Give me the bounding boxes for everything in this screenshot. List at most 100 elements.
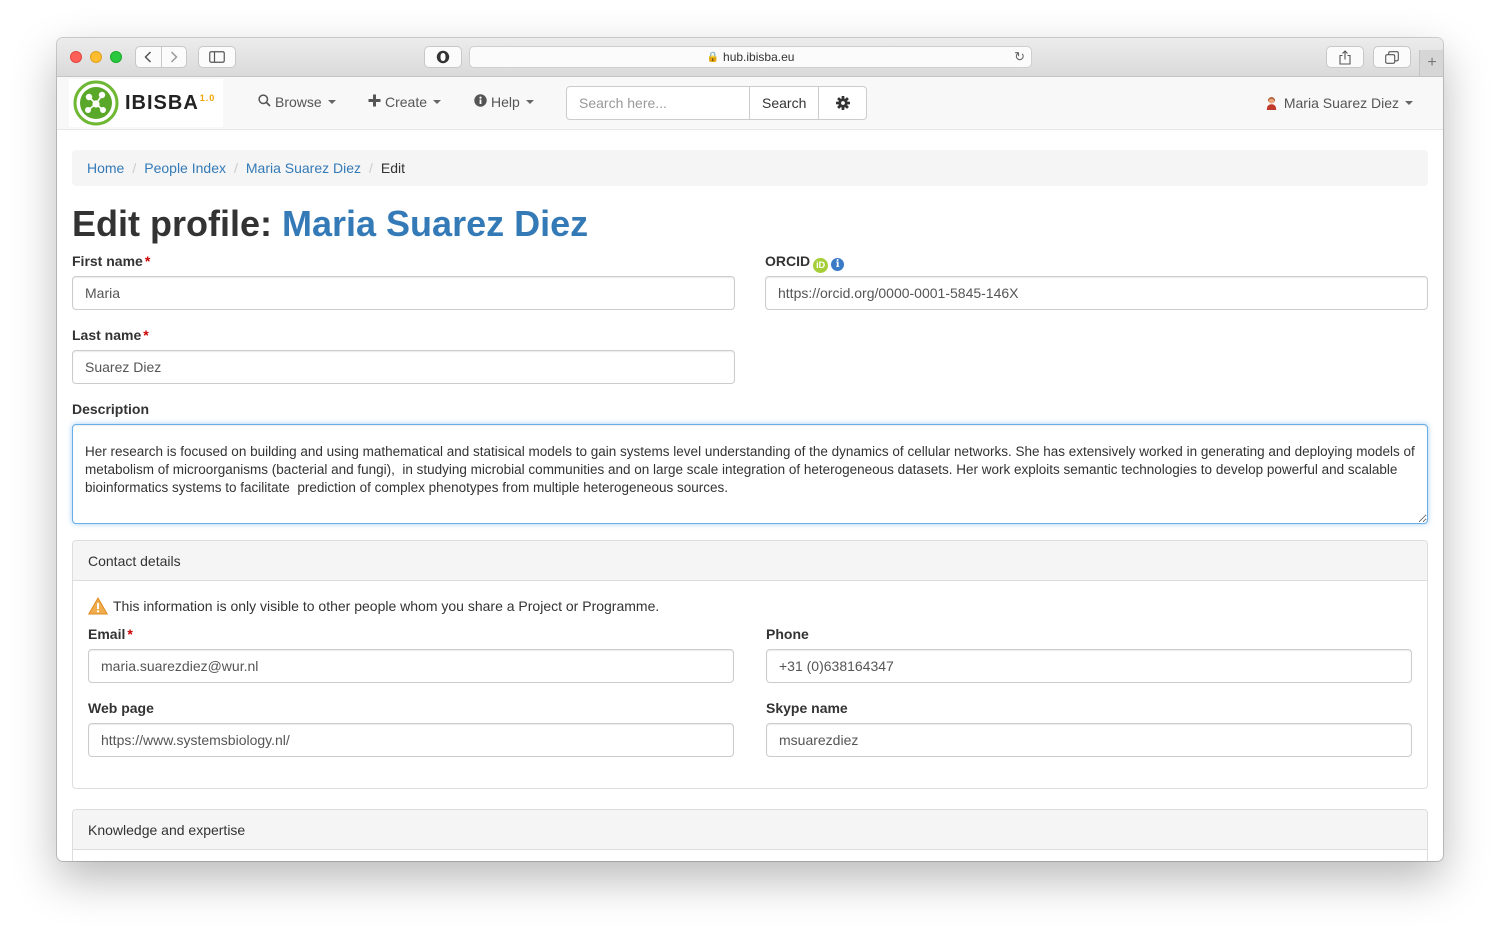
web-skype-row: Web page Skype name <box>88 699 1412 757</box>
phone-column: Phone <box>766 625 1412 683</box>
breadcrumb-separator: / <box>369 160 373 176</box>
site-search-form: Search <box>566 86 868 120</box>
info-circle-icon <box>474 94 487 110</box>
skype-name-input[interactable] <box>766 723 1412 757</box>
web-page-input[interactable] <box>88 723 734 757</box>
site-search-input[interactable] <box>566 86 750 120</box>
nav-help-dropdown[interactable]: Help <box>474 94 534 110</box>
skype-column: Skype name <box>766 699 1412 757</box>
browser-toolbar: 🔒 hub.ibisba.eu ↻ + <box>57 38 1443 77</box>
user-menu-dropdown[interactable]: Maria Suarez Diez <box>1266 95 1413 111</box>
minimize-window-button[interactable] <box>90 51 102 63</box>
address-bar[interactable]: 🔒 hub.ibisba.eu ↻ <box>469 46 1032 68</box>
brand-name: IBISBA1.0 <box>125 91 216 114</box>
history-nav-group <box>135 46 187 68</box>
description-textarea[interactable]: Her research is focused on building and … <box>72 424 1428 524</box>
brand-version: 1.0 <box>199 92 216 103</box>
name-column: First name* Last name* <box>72 252 735 384</box>
shield-icon <box>436 50 450 64</box>
user-avatar-icon <box>1266 96 1277 110</box>
breadcrumb-home-link[interactable]: Home <box>87 160 124 176</box>
phone-label: Phone <box>766 626 809 642</box>
privacy-report-button[interactable] <box>424 46 462 68</box>
sidebar-icon <box>209 51 225 63</box>
visibility-notice: This information is only visible to othe… <box>88 596 1412 616</box>
page-title: Edit profile: Maria Suarez Diez <box>72 204 1428 244</box>
web-page-label: Web page <box>88 700 154 716</box>
url-text: hub.ibisba.eu <box>723 50 795 64</box>
tab-overview-button[interactable] <box>1373 46 1411 68</box>
email-input[interactable] <box>88 649 734 683</box>
first-name-label: First name * <box>72 253 151 269</box>
zoom-window-button[interactable] <box>110 51 122 63</box>
email-label: Email * <box>88 626 133 642</box>
nav-browse-dropdown[interactable]: Browse <box>258 94 336 110</box>
site-navbar: IBISBA1.0 Browse Create Help Search here… <box>57 77 1443 130</box>
contact-details-panel: Contact details This information is only… <box>72 540 1428 789</box>
gear-icon <box>835 96 850 110</box>
breadcrumb-current: Edit <box>380 160 406 176</box>
search-button[interactable]: Search <box>750 86 820 120</box>
breadcrumb-separator: / <box>132 160 137 176</box>
page-title-person-link[interactable]: Maria Suarez Diez <box>282 203 588 244</box>
required-marker: * <box>143 327 149 343</box>
last-name-label: Last name * <box>72 327 149 343</box>
breadcrumb: Home / People Index / Maria Suarez Diez … <box>72 150 1428 186</box>
sidebar-button[interactable] <box>198 46 236 68</box>
knowledge-expertise-heading: Knowledge and expertise <box>73 810 1427 850</box>
skype-name-label: Skype name <box>766 700 848 716</box>
email-column: Email * <box>88 625 734 683</box>
nav-create-dropdown[interactable]: Create <box>368 94 442 110</box>
info-icon[interactable]: i <box>831 258 845 271</box>
chevron-right-icon <box>170 51 178 63</box>
required-marker: * <box>144 253 151 269</box>
caret-down-icon <box>1405 101 1413 105</box>
lock-icon: 🔒 <box>706 51 720 63</box>
name-orcid-row: First name* Last name* ORCIDiDi <box>72 252 1428 384</box>
ibisba-logo <box>73 80 119 126</box>
visibility-notice-text: This information is only visible to othe… <box>113 598 660 614</box>
caret-down-icon <box>433 100 442 104</box>
knowledge-expertise-panel: Knowledge and expertise <box>72 809 1428 861</box>
web-page-column: Web page <box>88 699 734 757</box>
orcid-label: ORCID iD i <box>765 252 1428 273</box>
email-phone-row: Email* Phone <box>88 625 1412 683</box>
first-name-input[interactable] <box>72 276 735 310</box>
orcid-input[interactable] <box>765 276 1428 310</box>
caret-down-icon <box>327 100 336 104</box>
orcid-column: ORCID iD i <box>765 252 1428 384</box>
required-marker: * <box>127 626 133 642</box>
nav-create-label: Create <box>385 94 428 110</box>
breadcrumb-separator: / <box>233 160 238 176</box>
breadcrumb-people-index-link[interactable]: People Index <box>144 160 226 176</box>
browser-window: 🔒 hub.ibisba.eu ↻ + IBISBA1.0 Browse Cre… <box>57 38 1443 861</box>
tabs-icon <box>1385 50 1399 64</box>
knowledge-expertise-body <box>73 850 1427 861</box>
reload-icon[interactable]: ↻ <box>1014 49 1025 65</box>
page-title-prefix: Edit profile: <box>72 203 282 244</box>
breadcrumb-person-link[interactable]: Maria Suarez Diez <box>246 160 361 176</box>
main-content: Home / People Index / Maria Suarez Diez … <box>72 150 1428 861</box>
search-icon <box>258 94 271 110</box>
share-button[interactable] <box>1326 46 1364 68</box>
last-name-input[interactable] <box>72 350 735 384</box>
contact-details-body: This information is only visible to othe… <box>73 581 1427 788</box>
chevron-left-icon <box>144 51 152 63</box>
description-label: Description <box>72 401 150 417</box>
close-window-button[interactable] <box>70 51 82 63</box>
share-icon <box>1339 49 1351 65</box>
brand-logo-link[interactable]: IBISBA1.0 <box>69 79 224 127</box>
phone-input[interactable] <box>766 649 1412 683</box>
user-name: Maria Suarez Diez <box>1283 95 1399 111</box>
search-settings-button[interactable] <box>819 86 868 120</box>
plus-icon <box>368 94 381 110</box>
nav-browse-label: Browse <box>275 94 322 110</box>
back-button[interactable] <box>136 47 161 67</box>
orcid-icon: iD <box>813 258 829 273</box>
nav-help-label: Help <box>491 94 520 110</box>
contact-details-heading: Contact details <box>73 541 1427 581</box>
forward-button[interactable] <box>160 47 187 67</box>
new-tab-button[interactable]: + <box>1419 50 1443 76</box>
warning-icon <box>88 597 108 615</box>
caret-down-icon <box>525 100 534 104</box>
